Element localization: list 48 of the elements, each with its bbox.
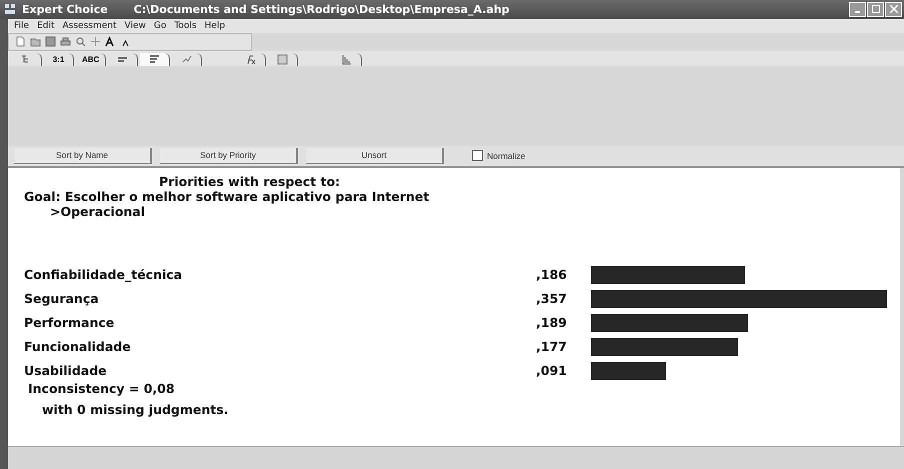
app-icon	[4, 3, 16, 16]
app-title: Expert Choice	[22, 2, 108, 16]
checkbox-label: Normalize	[487, 150, 526, 161]
sparkle-icon	[181, 54, 192, 65]
view-tab[interactable]	[140, 52, 170, 66]
save-icon	[45, 36, 56, 48]
menu-item[interactable]: Assessment	[62, 20, 116, 31]
criterion-name: Segurança	[24, 291, 100, 306]
priority-value: ,091	[536, 363, 568, 378]
goal-text: Goal: Escolher o melhor software aplicativo para Internet	[24, 188, 430, 204]
bar-chart-icon	[341, 54, 352, 65]
priority-value: ,189	[536, 315, 568, 330]
close-button[interactable]	[885, 2, 902, 17]
folder-icon	[30, 36, 41, 48]
new-file-icon	[15, 36, 26, 48]
menu-item[interactable]: View	[124, 20, 146, 31]
menu-item[interactable]: Edit	[37, 20, 54, 31]
menu-item[interactable]: Tools	[174, 20, 197, 31]
priority-value: ,186	[536, 267, 568, 282]
menu-item[interactable]: Go	[154, 20, 166, 31]
report-heading: Priorities with respect to:	[158, 174, 342, 189]
criterion-name: Usabilidade	[24, 363, 108, 378]
sort-button[interactable]: Unsort	[306, 148, 444, 164]
maximize-icon	[872, 5, 880, 14]
inconsistency-text: Inconsistency = 0,08	[27, 380, 176, 396]
close-icon	[890, 5, 898, 14]
preview-icon	[75, 36, 86, 48]
move-icon	[90, 36, 101, 48]
priority-value: ,177	[536, 339, 568, 354]
lines-icon	[149, 54, 160, 65]
node-text: >Operacional	[49, 204, 146, 219]
maximize-button[interactable]	[867, 2, 884, 17]
criterion-name: Performance	[24, 315, 116, 330]
printer-icon	[60, 36, 71, 48]
formula-icon	[245, 54, 256, 65]
minimize-button[interactable]	[849, 2, 866, 17]
sort-button[interactable]: Sort by Name	[14, 148, 152, 164]
font-larger-icon	[105, 36, 116, 48]
grid-icon	[277, 54, 288, 65]
normalize-checkbox[interactable]	[472, 150, 483, 162]
menu-item[interactable]: File	[14, 20, 30, 31]
menu-item[interactable]: Help	[204, 20, 226, 31]
file-path: C:\Documents and Settings\Rodrigo\Desktop\Empresa_A.ahp	[134, 2, 510, 16]
missing-judgments-text: with 0 missing judgments.	[41, 402, 230, 417]
priority-value: ,357	[536, 291, 568, 306]
criterion-name: Confiabilidade_técnica	[24, 267, 184, 282]
criterion-name: Funcionalidade	[24, 339, 132, 354]
sort-button[interactable]: Sort by Priority	[160, 148, 298, 164]
